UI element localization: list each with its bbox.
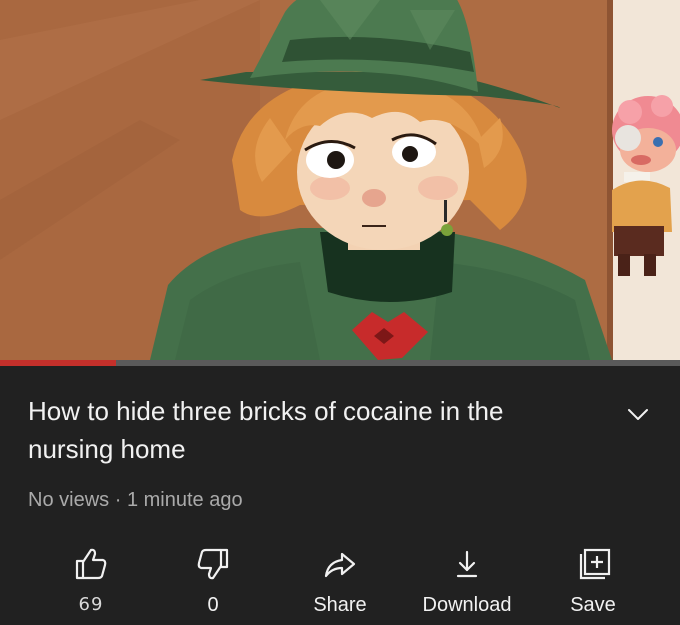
like-count: 69 <box>78 594 104 615</box>
save-label: Save <box>570 594 616 616</box>
share-label: Share <box>313 594 367 616</box>
like-button[interactable]: 69 <box>46 536 136 625</box>
video-meta: No views · 1 minute ago <box>28 487 243 513</box>
download-icon <box>456 550 478 578</box>
share-arrow-icon <box>324 552 356 578</box>
meta-separator: · <box>114 489 122 511</box>
video-frame-illustration <box>0 0 680 360</box>
action-bar: 69 0 Share Download Save <box>0 536 680 625</box>
video-player[interactable] <box>0 0 680 360</box>
upload-age: 1 minute ago <box>126 489 243 511</box>
download-label: Download <box>422 594 512 616</box>
video-info-panel: How to hide three bricks of cocaine in t… <box>0 366 680 625</box>
dislike-button[interactable]: 0 <box>168 536 258 625</box>
view-count: No views <box>28 489 110 511</box>
download-button[interactable]: Download <box>407 536 527 625</box>
save-to-playlist-icon <box>579 548 611 580</box>
thumbs-up-icon <box>75 548 107 580</box>
thumbs-down-icon <box>197 548 229 580</box>
save-button[interactable]: Save <box>548 536 638 625</box>
expand-description-button[interactable] <box>624 400 652 428</box>
dislike-count: 0 <box>207 594 219 616</box>
share-button[interactable]: Share <box>295 536 385 625</box>
chevron-down-icon <box>628 409 648 420</box>
video-page: How to hide three bricks of cocaine in t… <box>0 0 680 625</box>
video-title[interactable]: How to hide three bricks of cocaine in t… <box>28 392 588 468</box>
